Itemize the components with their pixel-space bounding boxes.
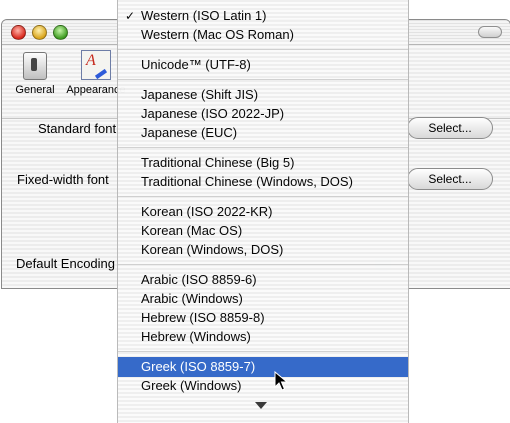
menu-item[interactable]: Japanese (Shift JIS): [118, 85, 408, 105]
menu-item-label: Korean (ISO 2022-KR): [141, 204, 273, 219]
menu-separator: [118, 264, 408, 265]
menu-item-label: Western (Mac OS Roman): [141, 27, 294, 42]
menu-item-label: Arabic (Windows): [141, 291, 243, 306]
menu-item[interactable]: Greek (ISO 8859-7): [118, 357, 408, 377]
menu-item[interactable]: Arabic (Windows): [118, 289, 408, 309]
menu-item-label: Greek (Windows): [141, 378, 242, 393]
menu-item-label: Japanese (ISO 2022-JP): [141, 106, 285, 121]
menu-item[interactable]: Unicode™ (UTF-8): [118, 55, 408, 75]
standard-font-select-button[interactable]: Select...: [407, 117, 493, 139]
menu-item[interactable]: Korean (ISO 2022-KR): [118, 202, 408, 222]
menu-separator: [118, 79, 408, 80]
menu-item[interactable]: Korean (Windows, DOS): [118, 240, 408, 260]
close-window-button[interactable]: [11, 25, 26, 40]
menu-separator: [118, 147, 408, 148]
menu-item[interactable]: Traditional Chinese (Windows, DOS): [118, 172, 408, 192]
checkmark-icon: ✓: [125, 9, 136, 23]
menu-item-label: Korean (Mac OS): [141, 223, 243, 238]
menu-item-label: Unicode™ (UTF-8): [141, 57, 251, 72]
fixed-width-font-select-button[interactable]: Select...: [407, 168, 493, 190]
menu-item[interactable]: Hebrew (Windows): [118, 327, 408, 347]
menu-item-label: Traditional Chinese (Windows, DOS): [141, 174, 353, 189]
toolbar-toggle-button[interactable]: [478, 26, 502, 38]
menu-item-label: Hebrew (ISO 8859-8): [141, 310, 265, 325]
menu-item[interactable]: Western (Mac OS Roman): [118, 25, 408, 45]
toolbar-general-label: General: [15, 84, 55, 96]
menu-separator: [118, 351, 408, 352]
menu-item[interactable]: Japanese (EUC): [118, 123, 408, 143]
menu-item-label: Traditional Chinese (Big 5): [141, 155, 295, 170]
toolbar-general[interactable]: General: [10, 50, 60, 96]
mouse-pointer-icon: [274, 371, 289, 391]
menu-item[interactable]: Korean (Mac OS): [118, 221, 408, 241]
menu-item[interactable]: Hebrew (ISO 8859-8): [118, 308, 408, 328]
zoom-window-button[interactable]: [53, 25, 68, 40]
menu-separator: [118, 196, 408, 197]
menu-item[interactable]: Traditional Chinese (Big 5): [118, 153, 408, 173]
menu-item[interactable]: Arabic (ISO 8859-6): [118, 270, 408, 290]
standard-font-label: Standard font: [38, 121, 117, 136]
minimize-window-button[interactable]: [32, 25, 47, 40]
light-switch-icon: [23, 52, 47, 80]
menu-separator: [118, 49, 408, 50]
menu-item-label: Arabic (ISO 8859-6): [141, 272, 257, 287]
fixed-width-font-label: Fixed-width font: [17, 172, 109, 187]
menu-item-label: Japanese (Shift JIS): [141, 87, 259, 102]
menu-item-label: Hebrew (Windows): [141, 329, 251, 344]
scroll-down-arrow-icon[interactable]: [255, 402, 267, 409]
menu-item[interactable]: Japanese (ISO 2022-JP): [118, 104, 408, 124]
appearance-icon: A: [81, 50, 111, 80]
menu-item-label: Korean (Windows, DOS): [141, 242, 284, 257]
encoding-popup-menu: ✓ Western (ISO Latin 1) Western (Mac OS Ro…: [117, 0, 409, 423]
menu-item[interactable]: Greek (Windows): [118, 376, 408, 396]
menu-item-label: Western (ISO Latin 1): [141, 8, 267, 23]
menu-item[interactable]: ✓ Western (ISO Latin 1): [118, 6, 408, 26]
menu-item-label: Greek (ISO 8859-7): [141, 359, 256, 374]
default-encoding-label: Default Encoding: [16, 256, 116, 271]
menu-item-label: Japanese (EUC): [141, 125, 238, 140]
